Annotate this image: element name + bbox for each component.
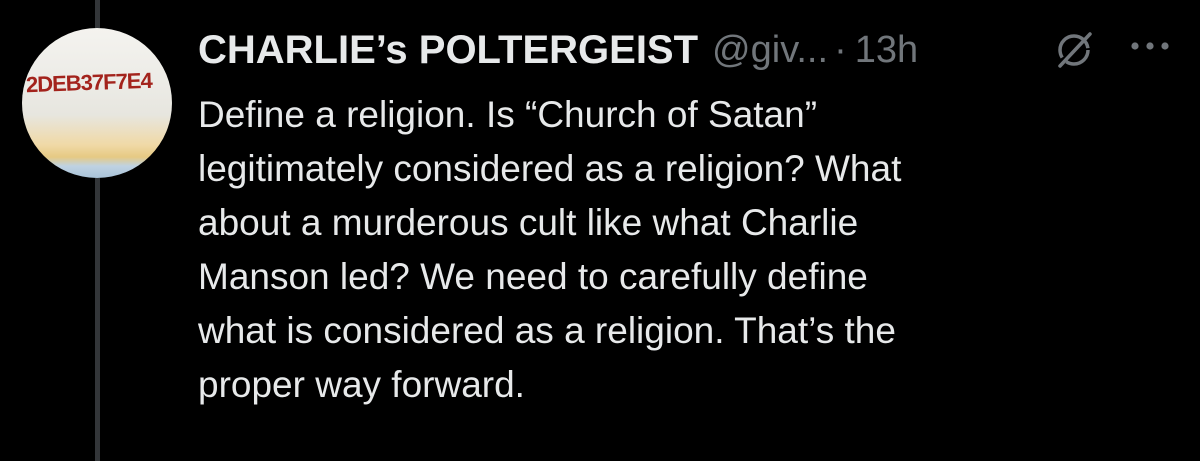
- more-options-icon[interactable]: [1128, 36, 1172, 56]
- thread-line-bottom: [95, 178, 100, 461]
- author-handle[interactable]: @giv...: [712, 29, 828, 72]
- grok-icon[interactable]: [1052, 28, 1096, 72]
- tweet-text-line: about a murderous cult like what Charlie: [198, 202, 859, 243]
- avatar-cap-text: 2DEB37F7E4: [25, 67, 153, 98]
- tweet-text: Define a religion. Is “Church of Satan” …: [198, 88, 1188, 412]
- tweet-timestamp[interactable]: 13h: [855, 29, 918, 72]
- tweet-text-line: proper way forward.: [198, 364, 525, 405]
- thread-line-top: [95, 0, 100, 28]
- avatar[interactable]: 2DEB37F7E4: [22, 28, 172, 178]
- tweet-header: CHARLIE’s POLTERGEIST @giv... · 13h: [198, 22, 918, 78]
- separator-dot: ·: [834, 28, 847, 71]
- tweet-text-line: Define a religion. Is “Church of Satan”: [198, 94, 818, 135]
- tweet-text-line: Manson led? We need to carefully define: [198, 256, 868, 297]
- tweet-text-line: what is considered as a religion. That’s…: [198, 310, 896, 351]
- tweet-text-line: legitimately considered as a religion? W…: [198, 148, 902, 189]
- author-display-name[interactable]: CHARLIE’s POLTERGEIST: [198, 28, 698, 73]
